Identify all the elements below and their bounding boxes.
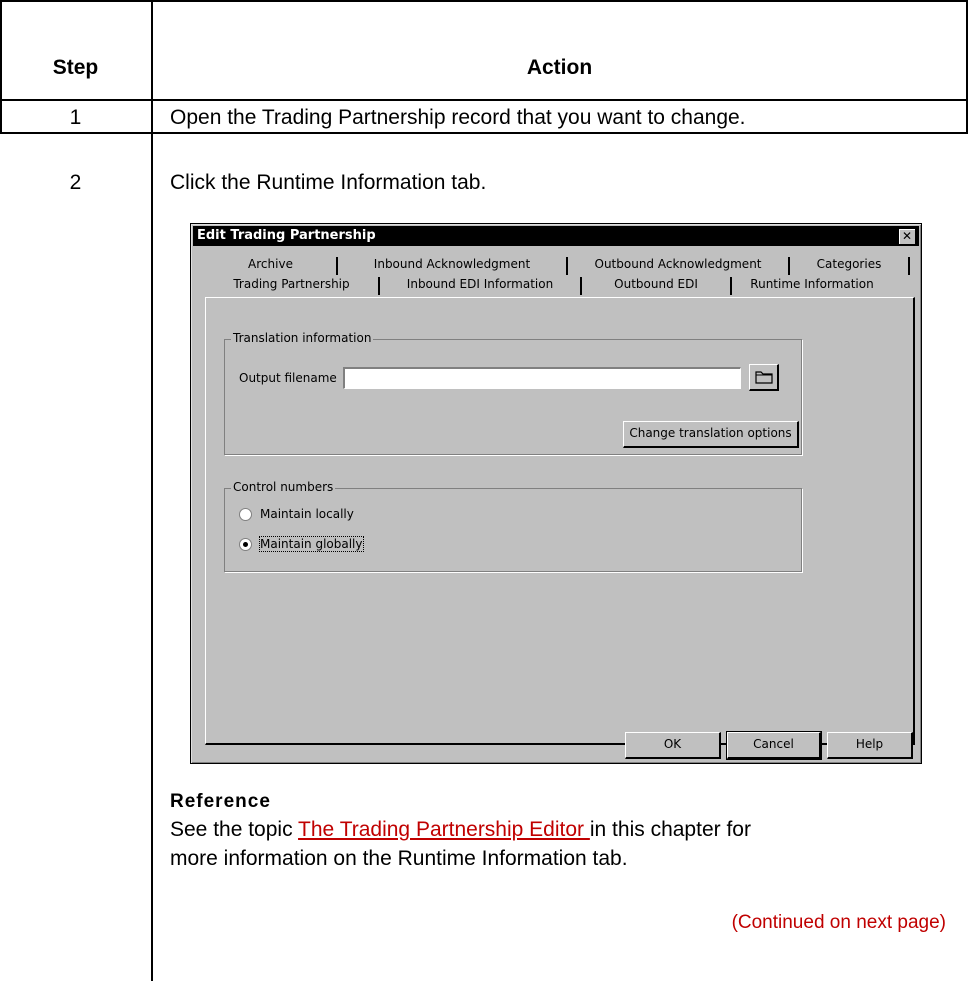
folder-icon [754,371,773,384]
step-action-1: Open the Trading Partnership record that… [170,106,746,129]
reference-text-after: in this chapter for [589,818,751,841]
change-translation-options-button[interactable]: Change translation options [623,421,799,448]
cancel-button[interactable]: Cancel [726,731,822,760]
close-icon[interactable]: ✕ [898,228,916,245]
output-filename-label: Output filename [239,371,337,385]
table-top-border [0,0,968,2]
reference-line-2: more information on the Runtime Informat… [170,847,628,870]
tab-inbound-acknowledgment[interactable]: Inbound Acknowledgment [338,257,568,275]
tab-trading-partnership[interactable]: Trading Partnership [205,277,380,295]
reference-title: Reference [170,791,271,812]
translation-information-group: Translation information Output filename … [224,331,802,455]
header-step: Step [52,56,99,79]
header-row-divider [0,99,968,101]
tab-inbound-edi-information[interactable]: Inbound EDI Information [380,277,582,295]
browse-folder-button[interactable] [749,364,779,391]
tab-categories[interactable]: Categories [790,257,910,275]
step-action-2: Click the Runtime Information tab. [170,171,487,194]
reference-text-before: See the topic [170,818,299,841]
control-numbers-label: Control numbers [231,480,336,494]
runtime-information-panel: Translation information Output filename … [205,297,915,745]
maintain-locally-radio[interactable] [239,508,252,521]
control-numbers-group: Control numbers Maintain locally Maintai… [224,480,802,572]
maintain-globally-label[interactable]: Maintain globally [259,536,364,552]
step-number-2: 2 [69,171,82,194]
radio-selected-dot [243,542,248,547]
tab-runtime-information[interactable]: Runtime Information [732,277,892,295]
ok-button[interactable]: OK [625,732,721,759]
tab-outbound-edi[interactable]: Outbound EDI [582,277,732,295]
maintain-globally-radio[interactable] [239,538,252,551]
header-action: Action [526,56,593,79]
help-button[interactable]: Help [827,732,913,759]
edit-trading-partnership-dialog: Edit Trading Partnership ✕ Archive Inbou… [190,223,922,764]
tab-archive[interactable]: Archive [205,257,338,275]
trading-partnership-editor-link[interactable]: The Trading Partnership Editor [298,818,590,841]
tab-outbound-acknowledgment[interactable]: Outbound Acknowledgment [568,257,790,275]
dialog-title: Edit Trading Partnership [197,228,376,243]
dialog-title-bar: Edit Trading Partnership ✕ [193,226,919,246]
maintain-locally-label[interactable]: Maintain locally [260,507,354,521]
step-number-1: 1 [69,106,82,129]
continued-note: (Continued on next page) [731,912,946,933]
translation-information-label: Translation information [231,331,374,345]
reference-line-1: See the topic The Trading Partnership Ed… [170,818,751,842]
column-divider [151,0,153,981]
output-filename-input[interactable] [343,367,741,389]
row1-divider [0,132,968,134]
